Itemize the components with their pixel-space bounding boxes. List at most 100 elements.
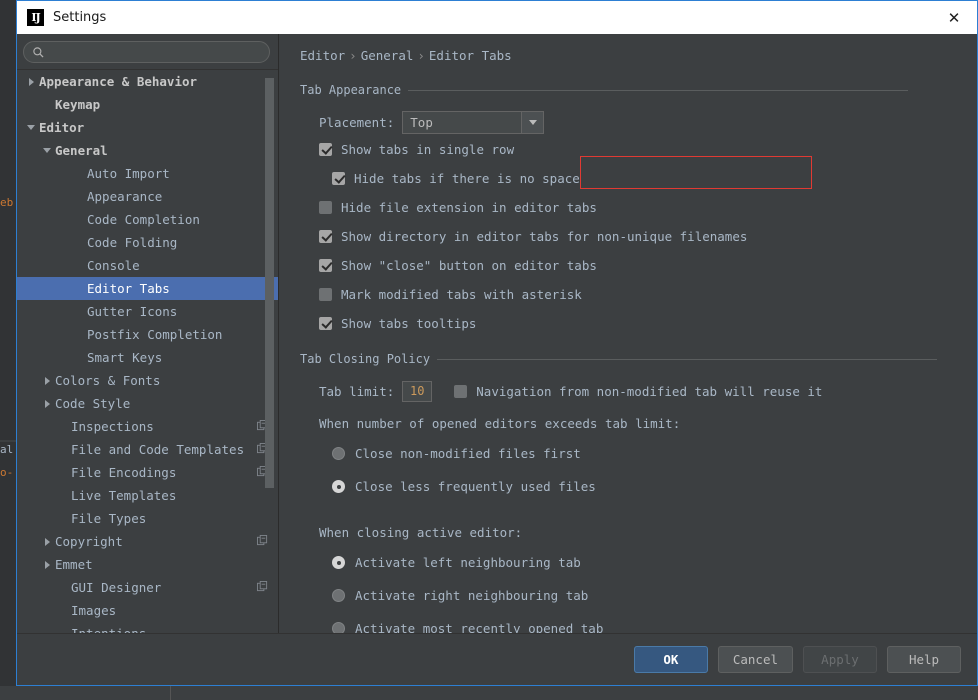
chevron-down-icon[interactable] — [23, 125, 39, 130]
checkbox-label[interactable]: Show tabs tooltips — [341, 316, 476, 331]
sidebar-item-general[interactable]: General — [17, 139, 278, 162]
checkbox-row: Show "close" button on editor tabs — [300, 251, 959, 280]
section-divider — [408, 90, 908, 91]
bg-code-fragment: o- — [0, 466, 13, 479]
sidebar-item-code-folding[interactable]: Code Folding — [17, 231, 278, 254]
checkbox-hide-tabs-if-there-is-no-space[interactable] — [332, 172, 345, 185]
radio-close-non-modified-files-first[interactable] — [332, 447, 345, 460]
settings-sidebar: Appearance & BehaviorKeymap Editor General… — [17, 34, 279, 633]
checkbox-label[interactable]: Hide tabs if there is no space — [354, 171, 580, 186]
search-box[interactable] — [23, 41, 270, 63]
placement-selected-value: Top — [403, 112, 521, 133]
sidebar-item-label: Code Style — [55, 396, 268, 411]
chevron-right-icon[interactable] — [39, 561, 55, 569]
sidebar-item-smart-keys[interactable]: Smart Keys — [17, 346, 278, 369]
sidebar-item-label: Inspections — [71, 419, 257, 434]
sidebar-item-intentions[interactable]: Intentions — [17, 622, 278, 633]
radio-label[interactable]: Close non-modified files first — [355, 446, 581, 461]
sidebar-item-code-style[interactable]: Code Style — [17, 392, 278, 415]
radio-activate-right-neighbouring-tab[interactable] — [332, 589, 345, 602]
sidebar-item-label: Colors & Fonts — [55, 373, 268, 388]
checkbox-row: Show directory in editor tabs for non-un… — [300, 222, 959, 251]
chevron-right-icon[interactable] — [39, 538, 55, 546]
sidebar-item-appearance[interactable]: Appearance — [17, 185, 278, 208]
checkbox-label[interactable]: Hide file extension in editor tabs — [341, 200, 597, 215]
sidebar-item-keymap[interactable]: Keymap — [17, 93, 278, 116]
intellij-idea-logo-icon: IJ — [27, 9, 44, 26]
section-header: Tab Closing Policy — [300, 352, 959, 366]
chevron-down-icon[interactable] — [521, 112, 543, 133]
checkbox-show-directory-in-editor-tabs-for-non-unique-filenames[interactable] — [319, 230, 332, 243]
sidebar-item-gui-designer[interactable]: GUI Designer — [17, 576, 278, 599]
tree-scrollbar-thumb[interactable] — [265, 78, 274, 488]
checkbox-row: Hide tabs if there is no space — [300, 164, 959, 193]
radio-close-less-frequently-used-files[interactable] — [332, 480, 345, 493]
chevron-right-icon[interactable] — [39, 377, 55, 385]
sidebar-item-images[interactable]: Images — [17, 599, 278, 622]
search-input[interactable] — [49, 43, 261, 61]
sidebar-item-console[interactable]: Console — [17, 254, 278, 277]
radio-row: Activate right neighbouring tab — [300, 579, 959, 612]
section-tab-closing-policy: Tab Closing Policy Tab limit: 10 Navigat… — [300, 352, 959, 633]
radio-activate-left-neighbouring-tab[interactable] — [332, 556, 345, 569]
checkbox-mark-modified-tabs-with-asterisk[interactable] — [319, 288, 332, 301]
checkbox-show-tabs-in-single-row[interactable] — [319, 143, 332, 156]
close-icon[interactable]: ✕ — [931, 1, 977, 34]
closing-editor-radio-group: Activate left neighbouring tab Activate r… — [300, 546, 959, 633]
checkbox-label[interactable]: Show directory in editor tabs for non-un… — [341, 229, 747, 244]
help-button[interactable]: Help — [887, 646, 961, 673]
sidebar-item-file-and-code-templates[interactable]: File and Code Templates — [17, 438, 278, 461]
sidebar-item-copyright[interactable]: Copyright — [17, 530, 278, 553]
checkbox-label[interactable]: Show tabs in single row — [341, 142, 514, 157]
checkbox-label[interactable]: Show "close" button on editor tabs — [341, 258, 597, 273]
sidebar-item-file-encodings[interactable]: File Encodings — [17, 461, 278, 484]
radio-label[interactable]: Activate left neighbouring tab — [355, 555, 581, 570]
sidebar-item-emmet[interactable]: Emmet — [17, 553, 278, 576]
breadcrumb-item[interactable]: General — [361, 48, 414, 63]
navigation-reuse-checkbox[interactable] — [454, 385, 467, 398]
sidebar-item-label: Editor — [39, 120, 268, 135]
sidebar-item-label: Smart Keys — [87, 350, 268, 365]
radio-row: Close non-modified files first — [300, 437, 959, 470]
checkbox-row: Show tabs in single row — [300, 135, 959, 164]
tab-appearance-checkbox-list: Show tabs in single row Hide tabs if ther… — [300, 135, 959, 338]
section-title: Tab Closing Policy — [300, 352, 430, 366]
sidebar-item-postfix-completion[interactable]: Postfix Completion — [17, 323, 278, 346]
tree-rows: Appearance & BehaviorKeymap Editor General… — [17, 70, 278, 633]
radio-label[interactable]: Activate most recently opened tab — [355, 621, 603, 633]
radio-label[interactable]: Close less frequently used files — [355, 479, 596, 494]
chevron-right-icon[interactable] — [23, 78, 39, 86]
checkbox-show-close-button-on-editor-tabs[interactable] — [319, 259, 332, 272]
chevron-right-icon[interactable] — [39, 400, 55, 408]
checkbox-show-tabs-tooltips[interactable] — [319, 317, 332, 330]
sidebar-item-colors-fonts[interactable]: Colors & Fonts — [17, 369, 278, 392]
sidebar-item-editor[interactable]: Editor — [17, 116, 278, 139]
settings-dialog: IJ Settings ✕ Appearance & BehaviorKeyma… — [16, 0, 978, 686]
breadcrumb-item[interactable]: Editor Tabs — [429, 48, 512, 63]
placement-dropdown[interactable]: Top — [402, 111, 544, 134]
chevron-down-icon[interactable] — [39, 148, 55, 153]
sidebar-item-gutter-icons[interactable]: Gutter Icons — [17, 300, 278, 323]
radio-activate-most-recently-opened-tab[interactable] — [332, 622, 345, 633]
sidebar-item-label: Console — [87, 258, 268, 273]
sidebar-item-appearance-behavior[interactable]: Appearance & Behavior — [17, 70, 278, 93]
checkbox-label[interactable]: Mark modified tabs with asterisk — [341, 287, 582, 302]
tab-limit-input[interactable]: 10 — [402, 381, 432, 402]
ok-button[interactable]: OK — [634, 646, 708, 673]
bg-divider — [0, 440, 16, 442]
sidebar-item-code-completion[interactable]: Code Completion — [17, 208, 278, 231]
navigation-reuse-label: Navigation from non-modified tab will re… — [476, 384, 822, 399]
cancel-button[interactable]: Cancel — [718, 646, 793, 673]
sidebar-item-inspections[interactable]: Inspections — [17, 415, 278, 438]
checkbox-hide-file-extension-in-editor-tabs[interactable] — [319, 201, 332, 214]
sidebar-item-editor-tabs[interactable]: Editor Tabs — [17, 277, 278, 300]
tree-scrollbar-track[interactable] — [267, 70, 276, 633]
sidebar-item-auto-import[interactable]: Auto Import — [17, 162, 278, 185]
sidebar-item-live-templates[interactable]: Live Templates — [17, 484, 278, 507]
sidebar-item-file-types[interactable]: File Types — [17, 507, 278, 530]
radio-label[interactable]: Activate right neighbouring tab — [355, 588, 588, 603]
dialog-footer: OKCancelApplyHelp — [17, 633, 977, 685]
settings-tree[interactable]: Appearance & BehaviorKeymap Editor General… — [17, 69, 278, 633]
breadcrumb-item[interactable]: Editor — [300, 48, 345, 63]
placement-label: Placement: — [319, 115, 394, 130]
